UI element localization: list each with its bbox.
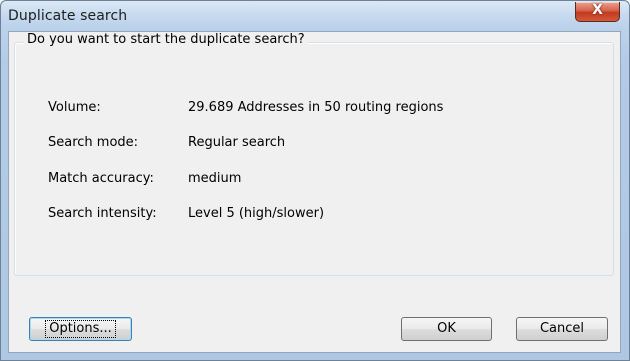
search-intensity-value: Level 5 (high/slower) [188,206,325,221]
group-box-title: Do you want to start the duplicate searc… [24,32,308,47]
ok-button-label: OK [437,321,456,336]
window-title: Duplicate search [8,8,128,24]
search-mode-value: Regular search [188,135,286,150]
cancel-button[interactable]: Cancel [516,317,608,341]
volume-label: Volume: [48,100,101,115]
close-button[interactable]: X [575,2,620,22]
group-box [14,42,614,276]
options-button[interactable]: Options... [29,317,132,341]
options-button-label: Options... [45,320,116,338]
title-bar[interactable]: Duplicate search X [1,1,629,31]
search-mode-label: Search mode: [48,135,139,150]
close-icon: X [592,2,603,18]
search-intensity-label: Search intensity: [48,206,157,221]
ok-button[interactable]: OK [401,317,492,341]
volume-value: 29.689 Addresses in 50 routing regions [188,100,444,115]
cancel-button-label: Cancel [539,321,585,336]
match-accuracy-value: medium [188,171,242,186]
match-accuracy-label: Match accuracy: [48,171,154,186]
